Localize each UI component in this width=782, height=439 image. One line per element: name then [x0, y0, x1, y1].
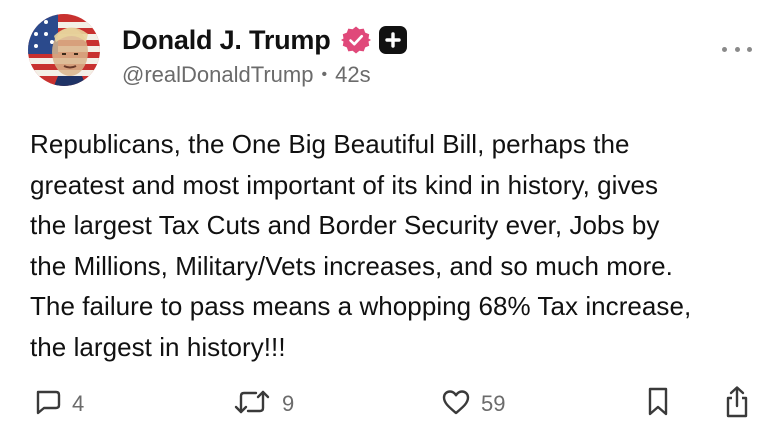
like-count: 59 [481, 391, 506, 416]
post-text-line: the largest Tax Cuts and Border Security… [30, 210, 660, 240]
post-text: Republicans, the One Big Beautiful Bill,… [30, 124, 760, 367]
display-name[interactable]: Donald J. Trump [122, 25, 331, 56]
like-button[interactable]: 59 [441, 384, 505, 424]
reply-button[interactable]: 4 [32, 384, 84, 424]
post-text-line: the largest in history!!! [30, 331, 286, 362]
share-button[interactable] [723, 384, 751, 424]
post-text-line: Republicans, the One Big Beautiful Bill,… [30, 129, 630, 159]
bookmark-button[interactable] [646, 384, 670, 424]
repost-count: 9 [282, 391, 295, 416]
repost-button[interactable]: 9 [232, 384, 294, 424]
post-text-line: the Millions, Military/Vets increases, a… [30, 250, 673, 281]
handle-row: @realDonaldTrump • 42s [122, 62, 371, 88]
timestamp[interactable]: 42s [335, 62, 370, 88]
post-text-line: greatest and most important of its kind … [30, 169, 659, 200]
action-bar: 4 9 59 [0, 384, 782, 424]
plus-badge-icon [378, 26, 407, 54]
bookmark-icon [646, 386, 670, 423]
handle[interactable]: @realDonaldTrump [122, 62, 313, 88]
reply-count: 4 [72, 391, 85, 416]
repost-icon [232, 387, 272, 422]
post-text-line: The failure to pass means a whopping 68%… [30, 291, 692, 321]
more-options-icon[interactable] [722, 38, 752, 60]
avatar[interactable] [28, 14, 100, 86]
reply-icon [32, 387, 62, 422]
name-row: Donald J. Trump [122, 22, 407, 58]
heart-icon [441, 387, 471, 422]
share-icon [723, 385, 751, 424]
verified-badge-icon [340, 25, 371, 55]
separator-dot: • [321, 66, 328, 83]
post-card: Donald J. Trump @realDonaldTrump • 42s R… [0, 0, 782, 439]
